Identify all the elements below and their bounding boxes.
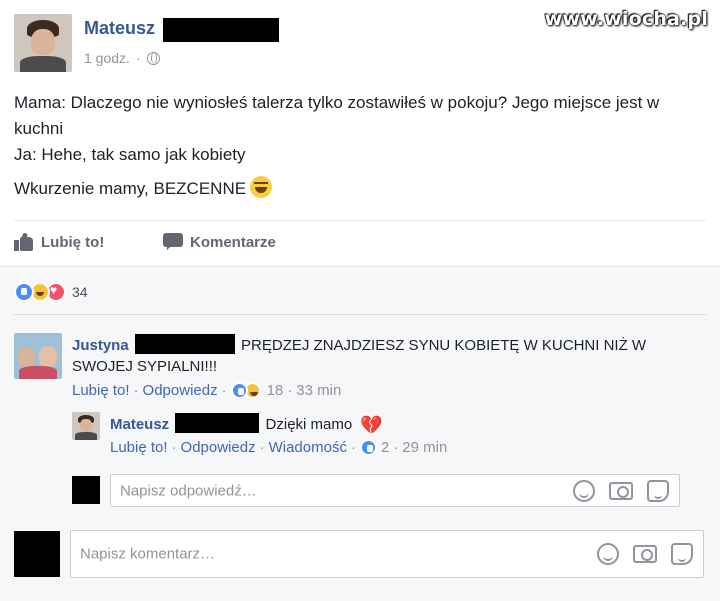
separator: ·	[171, 439, 177, 456]
separator: ·	[259, 439, 265, 456]
comment-input-icons	[597, 543, 693, 565]
comment-content: Justyna PRĘDZEJ ZNAJDZIESZ SYNU KOBIETĘ …	[72, 334, 672, 377]
reaction-count: 34	[72, 284, 88, 300]
camera-icon[interactable]	[609, 481, 633, 500]
separator: ·	[393, 439, 399, 456]
redacted-surname	[163, 18, 279, 42]
camera-icon[interactable]	[633, 545, 657, 563]
comment-reactions[interactable]	[230, 382, 261, 399]
laughing-emoji-icon	[250, 176, 273, 198]
reply-reaction-count: 2	[380, 439, 390, 456]
smile-icon[interactable]	[573, 479, 595, 502]
reply-reply-link[interactable]: Odpowiedz	[181, 439, 256, 456]
reply-actions: Lubię to! · Odpowiedz · Wiadomość · 2 · …	[110, 439, 447, 456]
post-line: Ja: Hehe, tak samo jak kobiety	[14, 145, 246, 164]
redacted-surname	[134, 334, 235, 354]
comment-icon	[163, 233, 183, 251]
globe-icon[interactable]	[146, 51, 160, 65]
comment-placeholder: Napisz komentarz…	[80, 545, 216, 563]
post-line: Mama: Dlaczego nie wyniosłeś talerza tyl…	[14, 93, 660, 138]
reply-text: Dzięki mamo	[265, 416, 353, 433]
comment-body: Justyna PRĘDZEJ ZNAJDZIESZ SYNU KOBIETĘ …	[72, 334, 672, 377]
comments-divider	[14, 314, 706, 315]
reply-placeholder: Napisz odpowiedź…	[120, 482, 257, 499]
like-reaction-icon	[359, 439, 377, 456]
separator: ·	[287, 382, 293, 399]
meta-separator: ·	[135, 50, 141, 66]
reply-time[interactable]: 29 min	[402, 439, 447, 456]
like-icon	[14, 232, 34, 251]
separator: ·	[221, 382, 227, 399]
reply-input[interactable]: Napisz odpowiedź…	[110, 474, 680, 507]
post-meta: 1 godz. ·	[84, 50, 160, 66]
reply-input-icons	[573, 479, 669, 502]
comment-label: Komentarze	[190, 233, 276, 251]
reply-reactions[interactable]	[359, 439, 377, 456]
post-time[interactable]: 1 godz.	[84, 50, 130, 66]
sticker-icon[interactable]	[671, 543, 693, 565]
author-avatar[interactable]	[14, 14, 72, 72]
reply-message-link[interactable]: Wiadomość	[269, 439, 347, 456]
comment-reply-link[interactable]: Odpowiedz	[143, 382, 218, 399]
post-body: Mama: Dlaczego nie wyniosłeś talerza tyl…	[14, 90, 704, 202]
reply-avatar[interactable]	[72, 412, 100, 440]
commenter-name[interactable]: Justyna	[72, 337, 129, 354]
separator: ·	[133, 382, 139, 399]
broken-heart-icon: 💔	[360, 415, 383, 435]
comment-reaction-count: 18	[266, 382, 284, 399]
comment-time[interactable]: 33 min	[296, 382, 341, 399]
comment-input[interactable]: Napisz komentarz…	[70, 530, 704, 578]
actions-divider-top	[14, 220, 706, 221]
comment-like-link[interactable]: Lubię to!	[72, 382, 130, 399]
post-line-last: Wkurzenie mamy, BEZCENNE	[14, 176, 704, 202]
post-last-text: Wkurzenie mamy, BEZCENNE	[14, 179, 247, 198]
reply-author-name[interactable]: Mateusz	[110, 416, 169, 433]
user-avatar-redacted	[14, 531, 60, 577]
like-reaction-icon	[14, 282, 34, 302]
user-avatar-redacted	[72, 476, 100, 504]
like-reaction-icon	[230, 382, 248, 399]
reactions-summary[interactable]: 34	[14, 282, 88, 302]
like-button[interactable]: Lubię to!	[14, 232, 105, 251]
reply-like-link[interactable]: Lubię to!	[110, 439, 168, 456]
sticker-icon[interactable]	[647, 479, 669, 502]
reply-content: Mateusz Dzięki mamo 💔	[110, 413, 383, 436]
post-author-name[interactable]: Mateusz	[84, 18, 155, 39]
like-label: Lubię to!	[41, 233, 105, 251]
commenter-avatar[interactable]	[14, 333, 62, 379]
watermark: www.wiocha.pl	[544, 8, 708, 30]
smile-icon[interactable]	[597, 543, 619, 565]
separator: ·	[350, 439, 356, 456]
comment-button[interactable]: Komentarze	[163, 233, 276, 251]
redacted-surname	[175, 413, 260, 433]
comment-actions: Lubię to! · Odpowiedz · 18 · 33 min	[72, 382, 341, 399]
